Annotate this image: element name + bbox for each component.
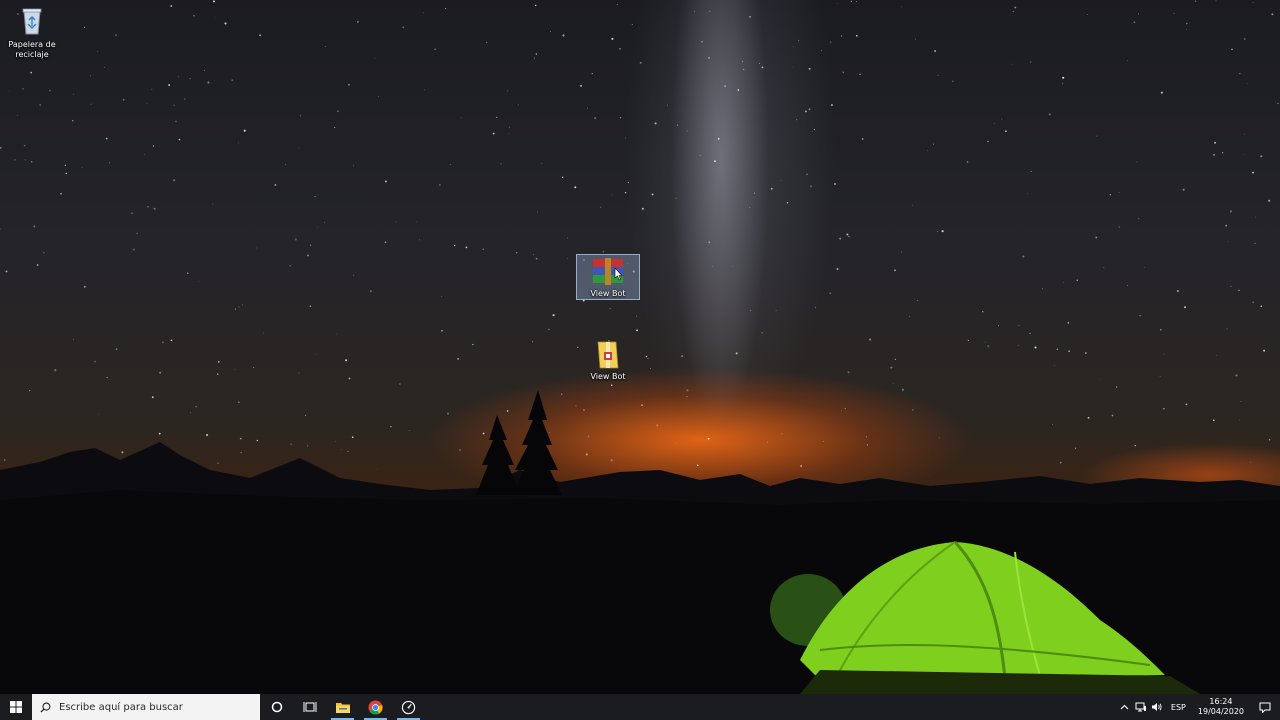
cortana-button[interactable] xyxy=(260,694,293,720)
task-view-icon xyxy=(303,702,316,712)
search-icon xyxy=(40,702,51,713)
chrome-icon xyxy=(368,699,383,715)
chrome-button[interactable] xyxy=(359,694,392,720)
speedometer-app-icon xyxy=(401,700,416,714)
zip-folder-icon xyxy=(591,340,625,370)
clock[interactable]: 16:24 19/04/2020 xyxy=(1192,697,1250,717)
network-button[interactable] xyxy=(1133,694,1149,720)
task-view-button[interactable] xyxy=(293,694,326,720)
speaker-icon xyxy=(1151,703,1162,711)
system-tray: ESP 16:24 19/04/2020 xyxy=(1117,694,1280,720)
desktop-icon-label: View Bot xyxy=(590,289,626,298)
mountain-landscape xyxy=(0,390,1280,694)
app-button[interactable] xyxy=(392,694,425,720)
desktop-icon-recycle-bin[interactable]: Papelera de reciclaje xyxy=(0,4,64,60)
winrar-archive-icon xyxy=(591,257,625,287)
network-icon xyxy=(1135,702,1146,712)
search-box[interactable]: Escribe aquí para buscar xyxy=(32,694,260,720)
taskbar: Escribe aquí para buscar ESP 16:24 19/04… xyxy=(0,694,1280,720)
volume-button[interactable] xyxy=(1149,694,1165,720)
desktop-icon-label: Papelera de reciclaje xyxy=(8,40,56,59)
start-button[interactable] xyxy=(0,694,32,720)
windows-start-icon xyxy=(10,701,22,713)
desktop-icon-label: View Bot xyxy=(590,372,626,381)
clock-date: 19/04/2020 xyxy=(1197,707,1244,716)
clock-time: 16:24 xyxy=(1209,697,1233,706)
desktop-wallpaper xyxy=(0,0,1280,694)
show-hidden-icons-button[interactable] xyxy=(1117,694,1133,720)
file-explorer-button[interactable] xyxy=(326,694,359,720)
desktop-icon-view-bot-archive[interactable]: View Bot xyxy=(576,254,640,300)
search-placeholder: Escribe aquí para buscar xyxy=(59,701,183,713)
input-language-indicator[interactable]: ESP xyxy=(1165,703,1192,712)
recycle-bin-icon xyxy=(15,4,49,38)
action-center-button[interactable] xyxy=(1250,694,1280,720)
desktop-icon-view-bot-zip[interactable]: View Bot xyxy=(576,340,640,382)
notification-icon xyxy=(1259,702,1271,713)
cortana-circle-icon xyxy=(271,701,282,713)
chevron-up-icon xyxy=(1121,704,1129,710)
folder-icon xyxy=(335,702,350,713)
